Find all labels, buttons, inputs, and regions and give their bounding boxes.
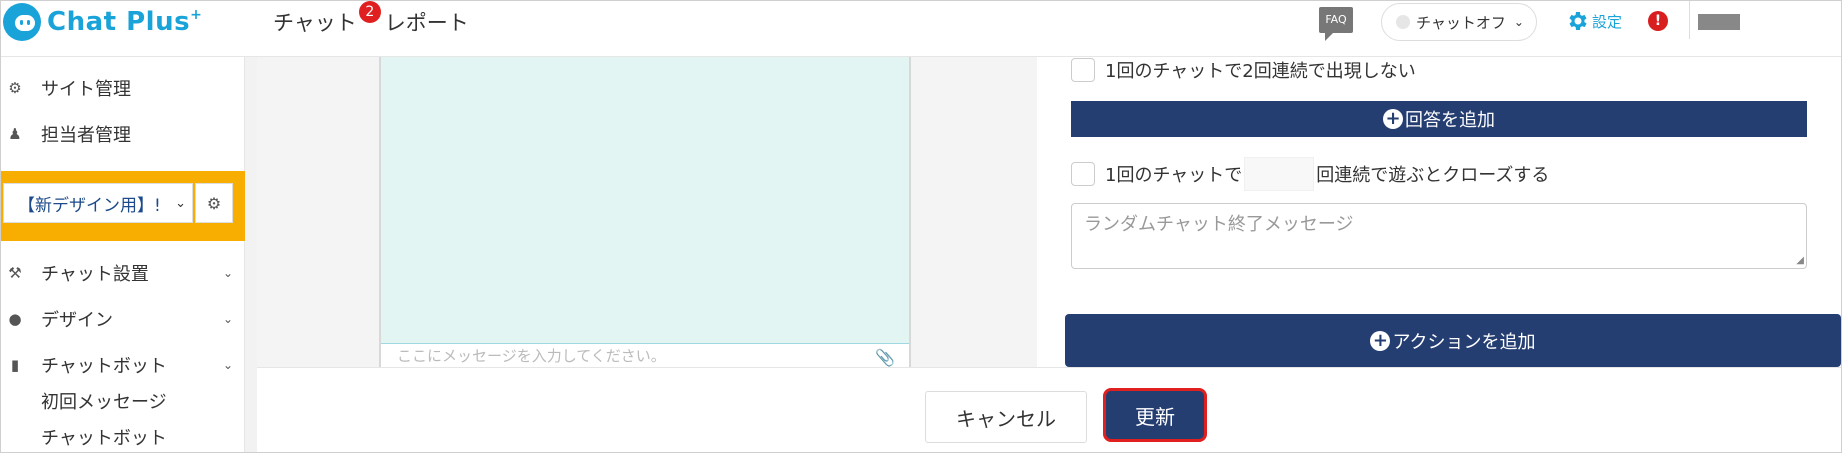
chevron-down-icon: ⌄ xyxy=(175,195,186,211)
close-after-prefix: 1回のチャットで xyxy=(1105,165,1243,186)
consecutive-count-input[interactable] xyxy=(1244,157,1315,191)
preview-message-input[interactable]: ここにメッセージを入力してください。 📎 xyxy=(381,343,909,367)
no-consecutive-row: 1回のチャットで2回連続で出現しない xyxy=(1071,57,1416,83)
chat-count-badge: 2 xyxy=(358,1,381,23)
header-divider xyxy=(1689,1,1690,39)
logo-text: Chat Plus+ xyxy=(47,7,203,37)
chatplus-logo[interactable]: Chat Plus+ xyxy=(3,3,202,41)
logo-icon xyxy=(3,3,41,41)
cancel-button[interactable]: キャンセル xyxy=(925,391,1087,443)
no-consecutive-label: 1回のチャットで2回連続で出現しない xyxy=(1105,61,1416,82)
nav-report[interactable]: レポート xyxy=(385,7,469,37)
tools-icon: ⚒ xyxy=(8,264,22,282)
users-icon: ♟ xyxy=(8,125,22,143)
sidebar-item-site-management[interactable]: ⚙ サイト管理 xyxy=(1,71,245,105)
update-button[interactable]: 更新 xyxy=(1103,388,1207,442)
settings-link[interactable]: 設定 xyxy=(1565,9,1622,33)
sidebar-item-chatbot[interactable]: ▮ チャットボット ⌄ xyxy=(1,348,245,382)
sidebar-item-design[interactable]: ● デザイン ⌄ xyxy=(1,302,245,336)
app-window: Chat Plus+ チャット 2 レポート FAQ チャットオフ ⌄ 設定 ! xyxy=(0,0,1842,453)
chevron-down-icon: ⌄ xyxy=(222,358,233,372)
alert-icon[interactable]: ! xyxy=(1648,11,1668,31)
chevron-down-icon: ⌄ xyxy=(1513,15,1524,29)
close-after-row: 1回のチャットで 回連続で遊ぶとクローズする xyxy=(1071,157,1549,191)
close-after-suffix: 回連続で遊ぶとクローズする xyxy=(1316,165,1550,186)
chat-icon: ▮ xyxy=(10,356,20,374)
chat-status-label: チャットオフ xyxy=(1416,13,1506,32)
sidebar-item-staff-management[interactable]: ♟ 担当者管理 xyxy=(1,117,245,151)
faq-icon[interactable]: FAQ xyxy=(1319,7,1353,41)
add-answer-button[interactable]: + 回答を追加 xyxy=(1071,101,1807,137)
palette-icon: ● xyxy=(8,310,22,328)
sidebar-scrollbar[interactable] xyxy=(245,57,257,452)
add-action-button[interactable]: + アクションを追加 xyxy=(1065,314,1841,367)
sidebar: ⚙ サイト管理 ♟ 担当者管理 【新デザイン用】! ⌄ ⚙ ⚒ チャット設置 ⌄… xyxy=(1,57,245,452)
plus-icon: + xyxy=(1383,109,1403,129)
settings-label: 設定 xyxy=(1592,12,1623,31)
chevron-down-icon: ⌄ xyxy=(222,266,233,280)
status-dot-icon xyxy=(1396,15,1410,29)
no-consecutive-checkbox[interactable] xyxy=(1071,58,1095,82)
close-after-checkbox[interactable] xyxy=(1071,162,1095,186)
chat-preview-window xyxy=(379,57,911,367)
site-select-highlight: 【新デザイン用】! ⌄ ⚙ xyxy=(1,171,245,241)
resize-handle-icon[interactable]: ◢ xyxy=(1796,255,1804,266)
top-header: Chat Plus+ チャット 2 レポート FAQ チャットオフ ⌄ 設定 ! xyxy=(1,1,1841,57)
gear-icon: ⚙ xyxy=(8,79,22,97)
chat-status-toggle[interactable]: チャットオフ ⌄ xyxy=(1381,3,1537,41)
chevron-down-icon: ⌄ xyxy=(222,312,233,326)
end-message-textarea[interactable]: ランダムチャット終了メッセージ ◢ xyxy=(1071,203,1807,269)
user-menu[interactable] xyxy=(1698,14,1740,30)
sidebar-subitem-first-message[interactable]: 初回メッセージ xyxy=(41,388,167,414)
nav-chat[interactable]: チャット 2 xyxy=(273,1,381,37)
site-select[interactable]: 【新デザイン用】! ⌄ xyxy=(3,183,193,223)
sidebar-subitem-chatbot[interactable]: チャットボット xyxy=(41,424,167,450)
plus-icon: + xyxy=(1370,330,1391,351)
main-nav: チャット 2 レポート xyxy=(273,1,469,37)
gear-icon xyxy=(1569,12,1587,30)
site-settings-gear-icon[interactable]: ⚙ xyxy=(195,183,233,223)
sidebar-item-chat-setup[interactable]: ⚒ チャット設置 ⌄ xyxy=(1,256,245,290)
